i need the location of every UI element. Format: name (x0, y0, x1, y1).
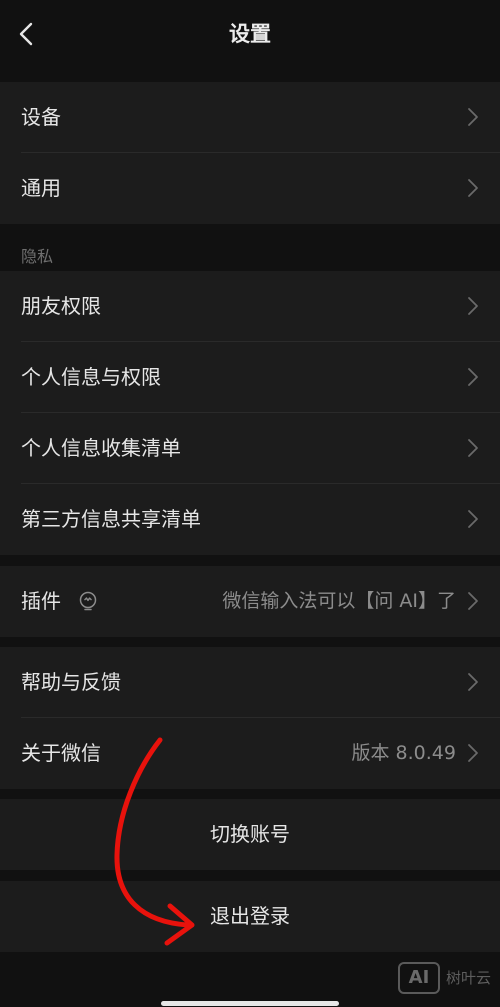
row-general[interactable]: 通用 (0, 153, 500, 224)
row-plugins-value: 微信输入法可以【问 AI】了 (222, 590, 456, 612)
section-label-privacy: 隐私 (21, 247, 54, 266)
settings-group-help-about: 帮助与反馈 关于微信 版本 8.0.49 (0, 647, 500, 789)
chevron-right-icon (468, 297, 478, 315)
row-personal-info-permissions-label: 个人信息与权限 (21, 365, 161, 389)
watermark-logo: AI (398, 962, 440, 994)
row-personal-info-permissions[interactable]: 个人信息与权限 (0, 342, 500, 413)
chevron-right-icon (468, 108, 478, 126)
settings-group-switch-account: 切换账号 (0, 799, 500, 870)
watermark-text: 树叶云 (446, 969, 492, 987)
nav-bar: 设置 (0, 0, 500, 66)
row-third-party-list[interactable]: 第三方信息共享清单 (0, 484, 500, 555)
row-general-label: 通用 (21, 176, 61, 200)
row-help-feedback[interactable]: 帮助与反馈 (0, 647, 500, 718)
settings-group-plugins: 插件 微信输入法可以【问 AI】了 (0, 566, 500, 637)
row-about-wechat[interactable]: 关于微信 版本 8.0.49 (0, 718, 500, 789)
lightbulb-icon (79, 591, 97, 611)
chevron-right-icon (468, 744, 478, 762)
chevron-right-icon (468, 510, 478, 528)
row-device[interactable]: 设备 (0, 82, 500, 153)
version-value: 版本 8.0.49 (351, 742, 456, 764)
row-device-label: 设备 (21, 105, 61, 129)
logout-button[interactable]: 退出登录 (0, 881, 500, 952)
row-third-party-list-label: 第三方信息共享清单 (21, 507, 201, 531)
chevron-right-icon (468, 673, 478, 691)
row-about-wechat-label: 关于微信 (21, 741, 101, 765)
chevron-right-icon (468, 592, 478, 610)
row-plugins-label: 插件 (21, 589, 61, 613)
settings-group-device-general: 设备 通用 (0, 82, 500, 224)
settings-group-privacy: 朋友权限 个人信息与权限 个人信息收集清单 第三方信息共享清单 (0, 271, 500, 555)
chevron-right-icon (468, 439, 478, 457)
watermark: AI 树叶云 (398, 962, 498, 996)
switch-account-button[interactable]: 切换账号 (0, 799, 500, 870)
settings-group-logout: 退出登录 (0, 881, 500, 952)
row-personal-info-list-label: 个人信息收集清单 (21, 436, 181, 460)
chevron-right-icon (468, 368, 478, 386)
row-friend-permissions[interactable]: 朋友权限 (0, 271, 500, 342)
page-title: 设置 (229, 22, 271, 46)
row-personal-info-list[interactable]: 个人信息收集清单 (0, 413, 500, 484)
row-plugins[interactable]: 插件 微信输入法可以【问 AI】了 (0, 566, 500, 637)
row-friend-permissions-label: 朋友权限 (21, 294, 101, 318)
row-help-feedback-label: 帮助与反馈 (21, 670, 121, 694)
chevron-right-icon (468, 179, 478, 197)
home-indicator (161, 1001, 339, 1006)
